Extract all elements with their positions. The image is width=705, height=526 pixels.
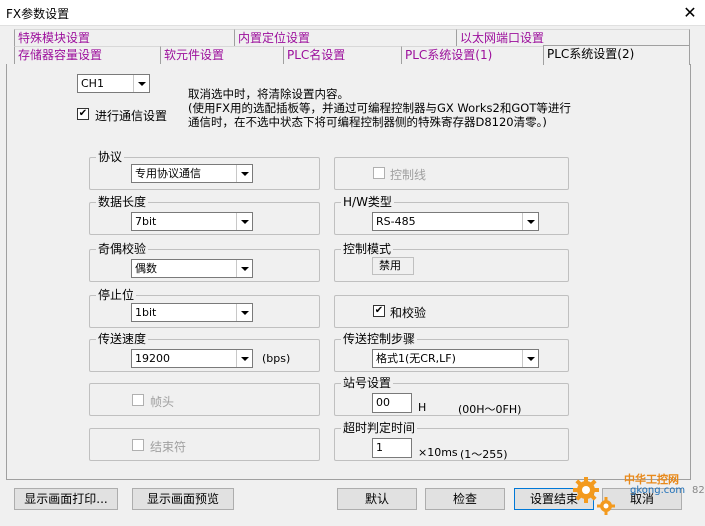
chevron-down-icon[interactable] (522, 350, 538, 367)
transfer-step-select[interactable]: 格式1(无CR,LF) (372, 349, 539, 368)
tab-builtin-positioning[interactable]: 内置定位设置 (234, 29, 456, 47)
parity-select[interactable]: 偶数 (131, 259, 253, 278)
transfer-step-value: 格式1(无CR,LF) (376, 352, 456, 365)
control-mode-group: 控制模式 禁用 (334, 242, 569, 282)
protocol-group: 协议 专用协议通信 (89, 150, 320, 190)
hw-type-value: RS-485 (376, 215, 416, 228)
watermark: 中华工控网 gkong.com 82 (572, 468, 705, 526)
station-unit: H (418, 401, 427, 414)
tab-plc-system-2[interactable]: PLC系统设置(2) (543, 45, 690, 65)
station-input[interactable]: 00 (372, 393, 412, 413)
station-title: 站号设置 (341, 376, 394, 390)
data-length-group: 数据长度 7bit (89, 195, 320, 235)
comm-settings-checkbox[interactable]: ✔ (77, 108, 89, 120)
chevron-down-icon[interactable] (133, 75, 149, 92)
timeout-unit: ×10ms (418, 446, 458, 459)
hw-type-group: H/W类型 RS-485 (334, 195, 569, 235)
station-range: (00H～0FH) (458, 403, 522, 416)
control-line-label: 控制线 (390, 168, 427, 182)
timeout-input[interactable]: 1 (372, 438, 412, 458)
title-bar: FX参数设置 ✕ (0, 0, 705, 26)
tab-plc-name[interactable]: PLC名设置 (283, 46, 401, 64)
print-screen-button[interactable]: 显示画面打印... (14, 488, 118, 510)
header-group: 帧头 (89, 383, 320, 416)
default-button[interactable]: 默认 (337, 488, 417, 510)
baud-rate-group: 传送速度 19200 (bps) (89, 332, 320, 372)
stop-bit-group: 停止位 1bit (89, 288, 320, 328)
baud-rate-title: 传送速度 (96, 332, 149, 346)
transfer-step-title: 传送控制步骤 (341, 332, 418, 346)
transfer-step-group: 传送控制步骤 格式1(无CR,LF) (334, 332, 569, 372)
chevron-down-icon[interactable] (236, 304, 252, 321)
tab-plc-system-1[interactable]: PLC系统设置(1) (401, 46, 543, 64)
watermark-text-3: 82 (692, 485, 705, 496)
tab-memory-capacity[interactable]: 存储器容量设置 (14, 46, 160, 64)
protocol-value: 专用协议通信 (135, 167, 201, 180)
protocol-select[interactable]: 专用协议通信 (131, 164, 253, 183)
station-group: 站号设置 00 H (00H～0FH) (334, 376, 569, 416)
terminator-label: 结束符 (150, 440, 187, 454)
comm-settings-note: 取消选中时，将清除设置内容。 (使用FX用的选配插板等，并通过可编程控制器与GX… (188, 87, 571, 129)
preview-screen-button[interactable]: 显示画面预览 (132, 488, 234, 510)
data-length-value: 7bit (135, 215, 157, 228)
terminator-checkbox[interactable] (132, 439, 144, 451)
chevron-down-icon[interactable] (236, 165, 252, 182)
tab-special-module[interactable]: 特殊模块设置 (14, 29, 234, 47)
hw-type-select[interactable]: RS-485 (372, 212, 539, 231)
channel-select[interactable]: CH1 (77, 74, 150, 93)
timeout-range: (1～255) (460, 448, 508, 461)
chevron-down-icon[interactable] (522, 213, 538, 230)
hw-type-title: H/W类型 (341, 195, 394, 209)
checksum-group: ✔ 和校验 (334, 295, 569, 328)
close-icon[interactable]: ✕ (675, 0, 705, 26)
watermark-text-2: gkong.com (630, 485, 686, 496)
chevron-down-icon[interactable] (236, 260, 252, 277)
data-length-title: 数据长度 (96, 195, 149, 209)
control-line-group: 控制线 (334, 157, 569, 190)
baud-rate-select[interactable]: 19200 (131, 349, 253, 368)
window-title: FX参数设置 (6, 7, 70, 21)
stop-bit-title: 停止位 (96, 288, 137, 302)
protocol-title: 协议 (96, 150, 125, 164)
data-length-select[interactable]: 7bit (131, 212, 253, 231)
parity-group: 奇偶校验 偶数 (89, 242, 320, 282)
baud-unit: (bps) (262, 352, 291, 365)
control-line-checkbox[interactable] (373, 167, 385, 179)
tab-device-settings[interactable]: 软元件设置 (160, 46, 283, 64)
stop-bit-value: 1bit (135, 306, 157, 319)
comm-settings-label: 进行通信设置 (95, 109, 168, 123)
stop-bit-select[interactable]: 1bit (131, 303, 253, 322)
control-mode-value: 禁用 (372, 257, 414, 275)
check-button[interactable]: 检查 (425, 488, 505, 510)
chevron-down-icon[interactable] (236, 213, 252, 230)
timeout-title: 超时判定时间 (341, 421, 418, 435)
checksum-label: 和校验 (390, 306, 427, 320)
chevron-down-icon[interactable] (236, 350, 252, 367)
timeout-group: 超时判定时间 1 ×10ms (1～255) (334, 421, 569, 461)
header-label: 帧头 (150, 395, 175, 409)
parity-value: 偶数 (135, 262, 157, 275)
channel-value: CH1 (81, 77, 104, 90)
header-checkbox[interactable] (132, 394, 144, 406)
baud-rate-value: 19200 (135, 352, 170, 365)
parity-title: 奇偶校验 (96, 242, 149, 256)
terminator-group: 结束符 (89, 428, 320, 461)
checksum-checkbox[interactable]: ✔ (373, 305, 385, 317)
control-mode-title: 控制模式 (341, 242, 394, 256)
